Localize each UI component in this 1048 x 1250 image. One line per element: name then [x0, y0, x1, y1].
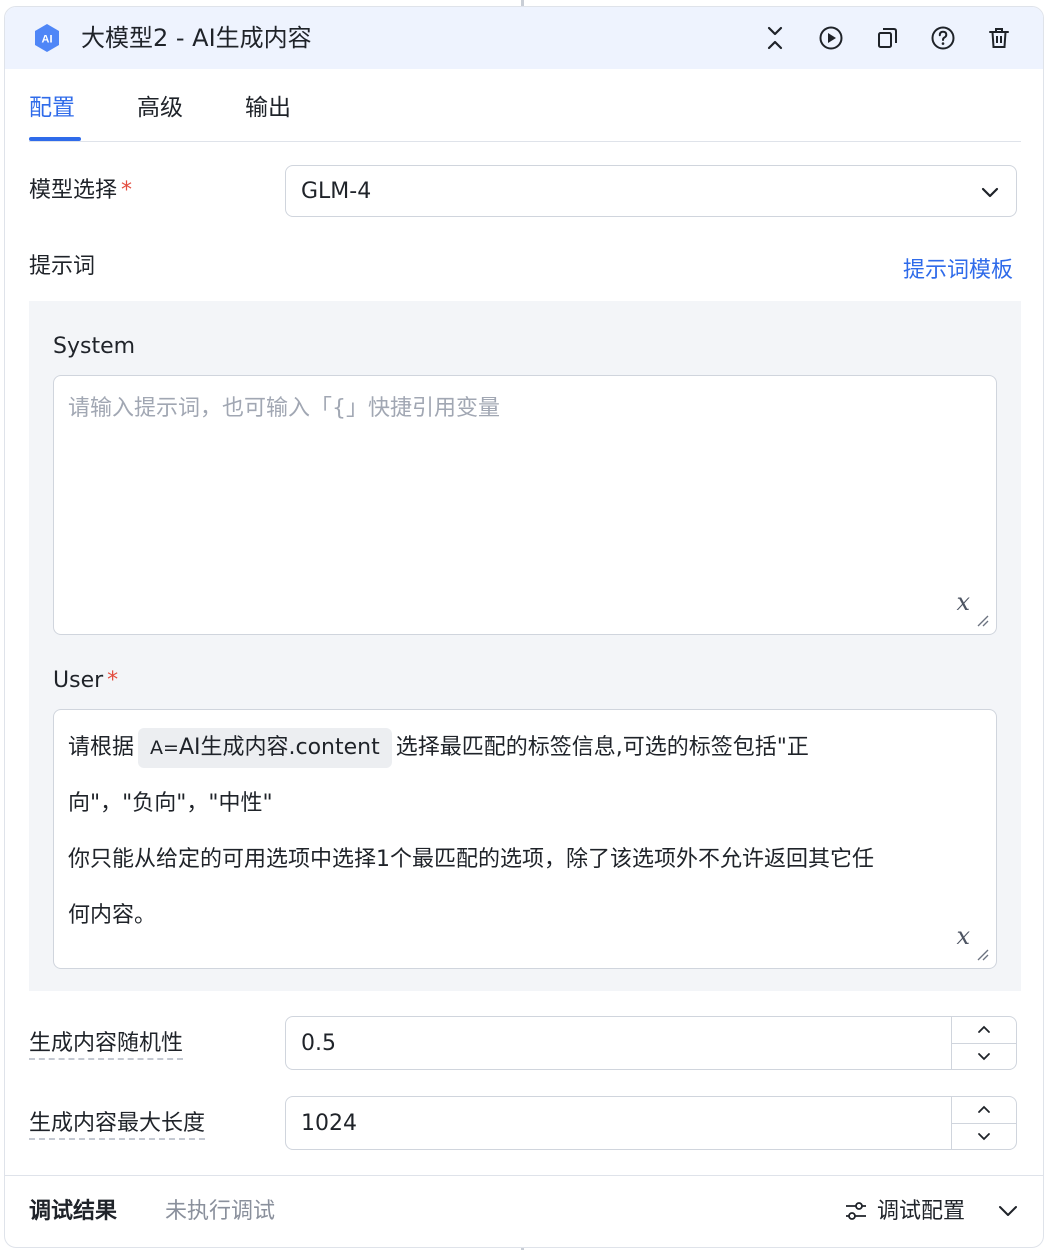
chevron-up-icon — [978, 1105, 990, 1113]
tab-output[interactable]: 输出 — [245, 91, 291, 125]
resize-handle-icon[interactable] — [976, 948, 990, 962]
max-length-input[interactable]: 1024 — [285, 1096, 1017, 1150]
tab-advanced[interactable]: 高级 — [137, 91, 183, 125]
svg-text:AI: AI — [42, 34, 53, 46]
model-label: 模型选择 * — [29, 178, 133, 203]
ai-badge-icon: AI — [35, 24, 59, 52]
randomness-stepper — [951, 1017, 1016, 1069]
copy-icon[interactable] — [873, 24, 901, 52]
help-icon[interactable] — [929, 24, 957, 52]
max-length-value: 1024 — [301, 1111, 357, 1136]
run-icon[interactable] — [817, 24, 845, 52]
user-prompt-text: 请根据 A=AI生成内容.content 选择最匹配的标签信息,可选的标签包括"正 … — [68, 720, 968, 944]
system-placeholder: 请输入提示词，也可输入「{」快捷引用变量 — [68, 396, 500, 421]
prompt-label: 提示词 — [29, 254, 96, 279]
prompt-template-link[interactable]: 提示词模板 — [903, 255, 1013, 287]
resize-handle-icon[interactable] — [976, 614, 990, 628]
user-label: User * — [53, 668, 119, 693]
increment-button[interactable] — [952, 1017, 1016, 1044]
system-label: System — [53, 334, 136, 359]
decrement-button[interactable] — [952, 1123, 1016, 1149]
randomness-value: 0.5 — [301, 1031, 336, 1056]
max-length-stepper — [951, 1097, 1016, 1149]
sliders-icon[interactable] — [843, 1198, 869, 1224]
prompt-section: System 请输入提示词，也可输入「{」快捷引用变量 𝑥 User * 请根据 A… — [29, 301, 1021, 991]
chevron-up-icon — [978, 1025, 990, 1033]
chevron-down-icon — [978, 1053, 990, 1061]
model-select-value: GLM-4 — [301, 179, 372, 204]
randomness-label: 生成内容随机性 — [29, 1028, 184, 1060]
system-prompt-input[interactable]: 请输入提示词，也可输入「{」快捷引用变量 𝑥 — [53, 375, 997, 635]
variable-chip[interactable]: A=AI生成内容.content — [138, 728, 392, 768]
chevron-down-icon — [981, 187, 999, 198]
randomness-input[interactable]: 0.5 — [285, 1016, 1017, 1070]
node-header: AI 大模型2 - AI生成内容 — [5, 7, 1043, 69]
decrement-button[interactable] — [952, 1043, 1016, 1069]
debug-result-title: 调试结果 — [29, 1199, 118, 1224]
delete-icon[interactable] — [985, 24, 1013, 52]
max-length-label: 生成内容最大长度 — [29, 1108, 206, 1140]
node-panel: AI 大模型2 - AI生成内容 配置 高级 输出 模型选择 * GLM-4 提… — [4, 6, 1044, 1248]
tab-config[interactable]: 配置 — [29, 91, 81, 141]
user-prompt-input[interactable]: 请根据 A=AI生成内容.content 选择最匹配的标签信息,可选的标签包括"正 … — [53, 709, 997, 969]
debug-footer: 调试结果 未执行调试 调试配置 — [5, 1175, 1043, 1247]
debug-status: 未执行调试 — [165, 1199, 276, 1224]
node-title: 大模型2 - AI生成内容 — [81, 24, 312, 52]
chevron-down-icon — [978, 1133, 990, 1141]
chevron-down-icon[interactable] — [995, 1198, 1021, 1224]
model-select[interactable]: GLM-4 — [285, 165, 1017, 217]
variable-icon[interactable]: 𝑥 — [956, 588, 970, 616]
increment-button[interactable] — [952, 1097, 1016, 1124]
collapse-icon[interactable] — [761, 24, 789, 52]
tab-bar: 配置 高级 输出 — [29, 69, 1021, 142]
active-tab-indicator — [29, 137, 81, 141]
variable-icon[interactable]: 𝑥 — [956, 922, 970, 950]
debug-config-button[interactable]: 调试配置 — [877, 1196, 965, 1228]
